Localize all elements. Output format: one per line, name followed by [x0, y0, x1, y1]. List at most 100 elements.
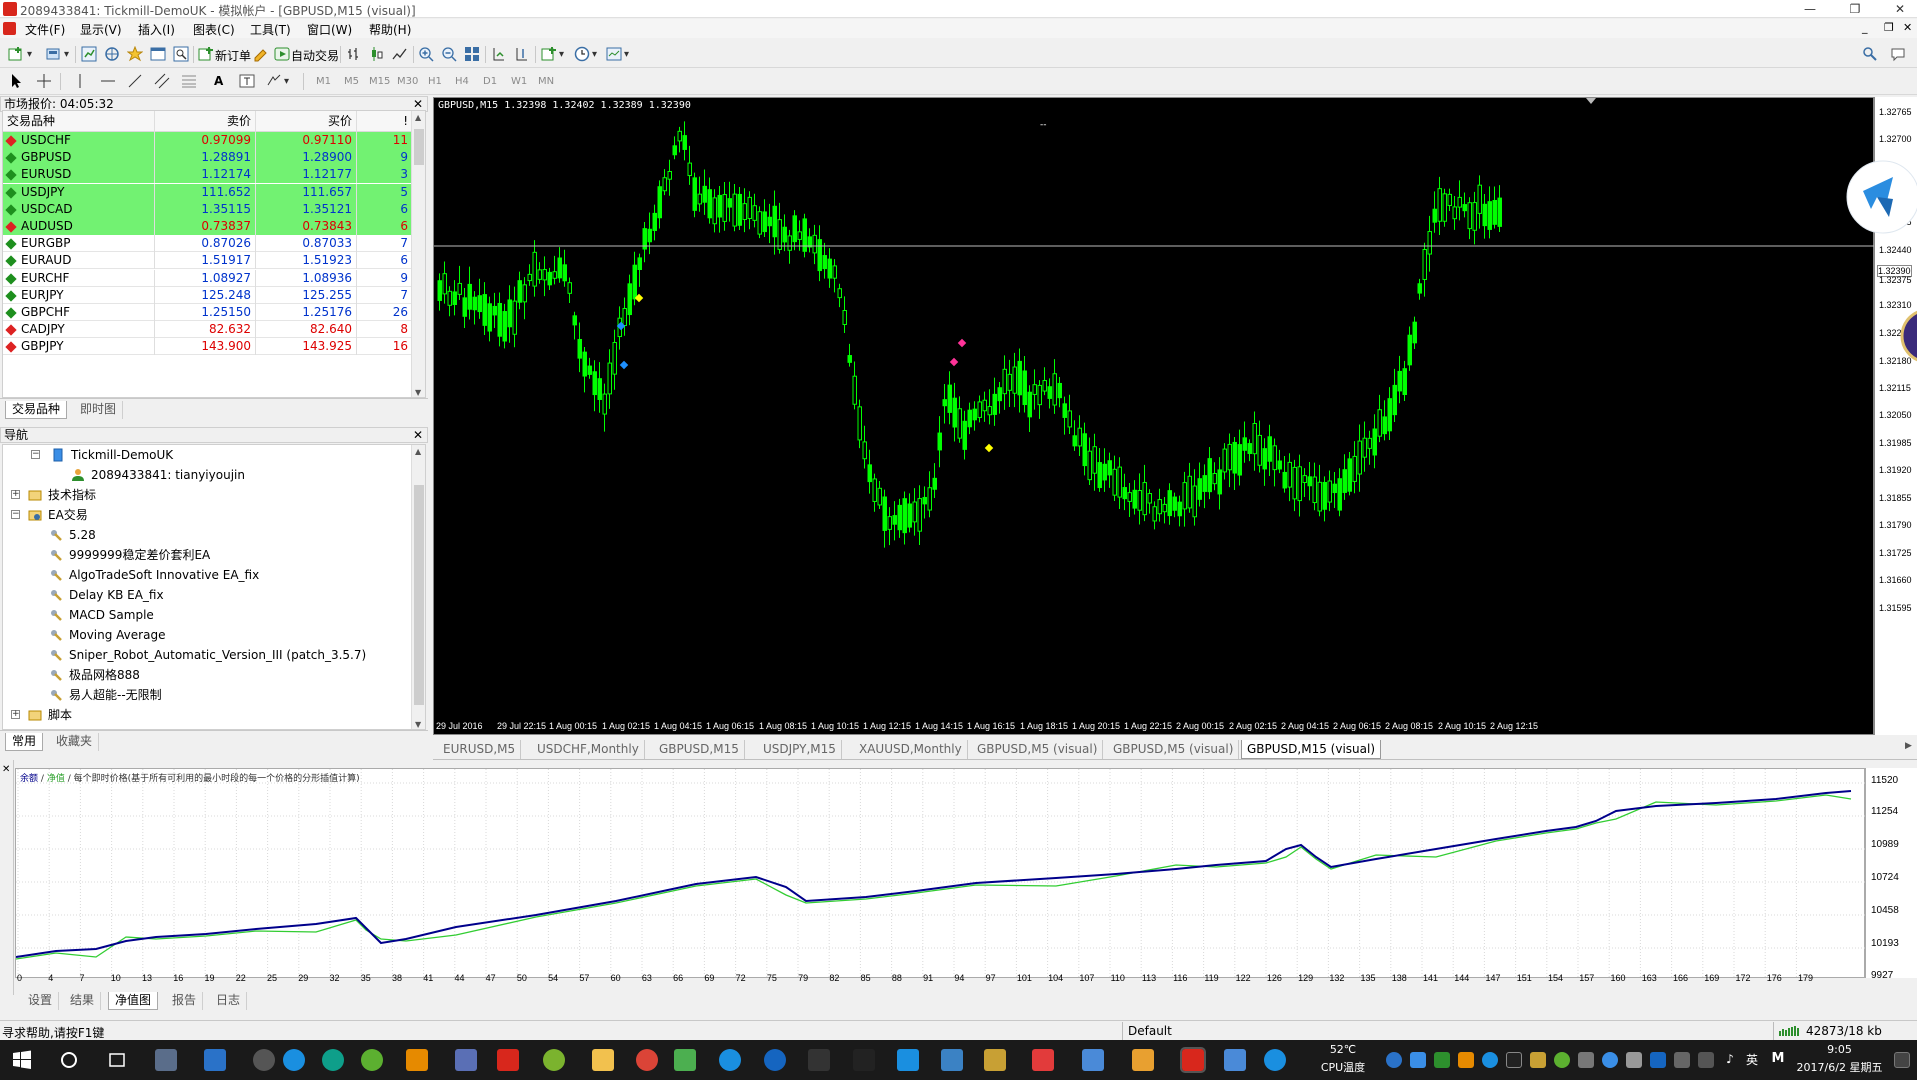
connection-bars-icon[interactable]	[1779, 1025, 1801, 1037]
collapse-icon[interactable]: −	[11, 510, 20, 519]
tab-equity-graph[interactable]: 净值图	[108, 992, 159, 1010]
bluetooth-icon[interactable]	[1650, 1052, 1666, 1068]
chart-tab[interactable]: USDCHF,Monthly	[532, 740, 645, 759]
menu-view[interactable]: 显示(V)	[80, 21, 122, 38]
periods-dropdown-icon[interactable]: ▾	[592, 49, 597, 60]
tf-m15-button[interactable]: M15	[369, 76, 390, 87]
terminal-icon[interactable]	[150, 46, 166, 62]
col-bid[interactable]: 卖价	[155, 111, 256, 132]
trendline-icon[interactable]	[127, 73, 143, 89]
tf-m5-button[interactable]: M5	[344, 76, 359, 87]
volume-icon[interactable]: ♪	[1722, 1052, 1738, 1066]
battery-icon[interactable]	[1698, 1052, 1714, 1068]
auto-trading-icon[interactable]	[274, 46, 290, 62]
browser-q-icon[interactable]	[283, 1049, 305, 1071]
horizontal-line-icon[interactable]	[100, 73, 116, 89]
collapse-icon[interactable]: −	[31, 450, 40, 459]
chart-tab[interactable]: GBPUSD,M5 (visual)	[1108, 740, 1240, 759]
tf-w1-button[interactable]: W1	[511, 76, 527, 87]
mdi-restore-button[interactable]: ❐	[1884, 21, 1894, 34]
templates-icon[interactable]	[606, 46, 622, 62]
equity-graph-canvas[interactable]	[16, 769, 1866, 979]
chart-tab[interactable]: EURUSD,M5	[438, 740, 522, 759]
app-note-icon[interactable]	[674, 1049, 696, 1071]
templates-dropdown-icon[interactable]: ▾	[624, 49, 629, 60]
task-view-icon[interactable]	[106, 1049, 128, 1071]
tab-results[interactable]: 结果	[64, 992, 102, 1010]
search-icon[interactable]	[58, 1049, 80, 1071]
app-bird-icon[interactable]	[941, 1049, 963, 1071]
tab-favorites[interactable]: 收藏夹	[50, 733, 100, 751]
app-android-icon[interactable]	[543, 1049, 565, 1071]
minimize-button[interactable]: —	[1795, 1, 1825, 17]
tray-app-icon[interactable]	[1386, 1052, 1402, 1068]
app-chart-icon[interactable]	[984, 1049, 1006, 1071]
app-globe-icon[interactable]	[764, 1049, 786, 1071]
tray-shield-icon[interactable]	[1530, 1052, 1546, 1068]
navigator-close-icon[interactable]: ✕	[413, 428, 423, 443]
ime-mode-icon[interactable]: M	[1769, 1051, 1787, 1066]
bar-chart-icon[interactable]	[346, 46, 362, 62]
app-pinwheel-icon[interactable]	[155, 1049, 177, 1071]
teamviewer-icon[interactable]	[1264, 1049, 1286, 1071]
notifications-icon[interactable]	[1894, 1052, 1910, 1068]
market-row-eurusd[interactable]: EURUSD 1.12174 1.12177 3	[3, 166, 413, 184]
app-green-icon[interactable]	[322, 1049, 344, 1071]
tray-chat-icon[interactable]	[1434, 1052, 1450, 1068]
app-db-icon[interactable]	[455, 1049, 477, 1071]
tabs-scroll-right-icon[interactable]: ▶	[1905, 741, 1912, 751]
tf-h1-button[interactable]: H1	[428, 76, 442, 87]
file-explorer-icon[interactable]	[592, 1049, 614, 1071]
clock-time[interactable]: 9:05	[1792, 1043, 1887, 1056]
tf-d1-button[interactable]: D1	[483, 76, 497, 87]
navigator-scrollbar[interactable]: ▲ ▼	[411, 445, 425, 729]
market-row-euraud[interactable]: EURAUD 1.51917 1.51923 6	[3, 252, 413, 270]
candlestick-icon[interactable]	[369, 46, 385, 62]
tile-windows-icon[interactable]	[464, 46, 480, 62]
tray-device-icon[interactable]	[1578, 1052, 1594, 1068]
col-spread[interactable]: !	[357, 111, 413, 132]
zoom-out-icon[interactable]	[441, 46, 457, 62]
menu-help[interactable]: 帮助(H)	[369, 21, 411, 38]
store-icon[interactable]	[808, 1049, 830, 1071]
crosshair-icon[interactable]	[36, 73, 52, 89]
tab-common[interactable]: 常用	[5, 733, 44, 751]
equidistant-channel-icon[interactable]	[154, 73, 170, 89]
metaeditor-icon[interactable]	[253, 46, 269, 62]
indicators-icon[interactable]	[541, 46, 557, 62]
qq-icon[interactable]	[853, 1049, 875, 1071]
market-row-usdjpy[interactable]: USDJPY 111.652 111.657 5	[3, 183, 413, 201]
tester-close-icon[interactable]: ✕	[2, 764, 10, 775]
vertical-line-icon[interactable]	[72, 73, 88, 89]
price-chart-canvas[interactable]	[434, 98, 1875, 736]
mdi-chart-icon[interactable]	[3, 22, 16, 35]
bird-logo-icon[interactable]	[1843, 157, 1917, 237]
windows-start-icon[interactable]	[12, 1050, 32, 1070]
tray-usb-icon[interactable]	[1626, 1052, 1642, 1068]
fibonacci-icon[interactable]	[181, 73, 197, 89]
search-icon[interactable]	[1862, 46, 1878, 62]
app-remote-icon[interactable]	[1082, 1049, 1104, 1071]
market-row-usdchf[interactable]: USDCHF 0.97099 0.97110 11	[3, 132, 413, 149]
market-row-gbpchf[interactable]: GBPCHF 1.25150 1.25176 26	[3, 304, 413, 321]
edge-icon[interactable]	[719, 1049, 741, 1071]
equity-graph[interactable]	[15, 768, 1866, 979]
market-row-audusd[interactable]: AUDUSD 0.73837 0.73843 6	[3, 218, 413, 235]
new-order-icon[interactable]	[198, 46, 214, 62]
side-orb-icon[interactable]	[1898, 306, 1917, 366]
tab-report[interactable]: 报告	[166, 992, 204, 1010]
chart-shift-icon[interactable]	[514, 46, 530, 62]
mt4-active-icon[interactable]	[1180, 1047, 1206, 1073]
tray-cloud-icon[interactable]	[1602, 1052, 1618, 1068]
menu-charts[interactable]: 图表(C)	[193, 21, 235, 38]
arrows-icon[interactable]	[266, 73, 282, 89]
text-label-icon[interactable]	[239, 73, 255, 89]
autoscroll-icon[interactable]	[491, 46, 507, 62]
market-row-eurgbp[interactable]: EURGBP 0.87026 0.87033 7	[3, 235, 413, 253]
app-web-icon[interactable]	[897, 1049, 919, 1071]
indicators-dropdown-icon[interactable]: ▾	[559, 49, 564, 60]
menu-tools[interactable]: 工具(T)	[250, 21, 291, 38]
new-chart-icon[interactable]	[8, 46, 24, 62]
app-monitor-icon[interactable]	[204, 1049, 226, 1071]
line-chart-icon[interactable]	[392, 46, 408, 62]
